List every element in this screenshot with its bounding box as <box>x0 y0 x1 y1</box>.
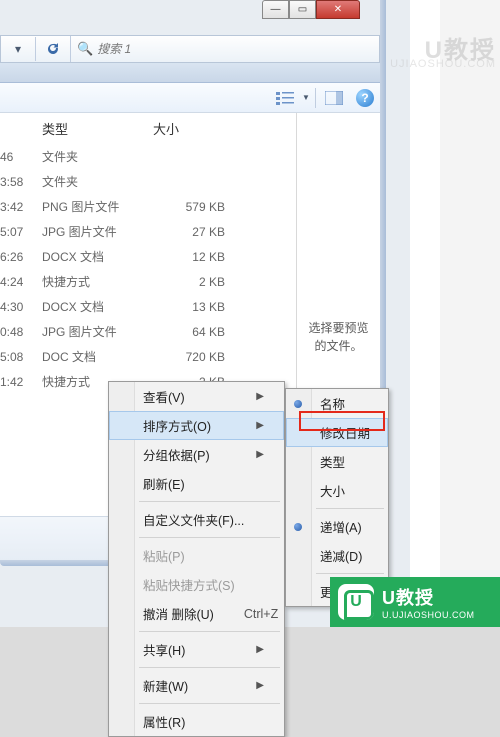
cell-type: 文件夹 <box>28 173 153 190</box>
table-row[interactable]: 5:08DOC 文档720 KB <box>0 344 296 369</box>
cell-size: 720 KB <box>153 350 253 364</box>
ctx-separator <box>139 667 280 668</box>
submenu-arrow-icon: ▶ <box>256 680 264 691</box>
preview-pane-button[interactable] <box>320 86 348 110</box>
table-row[interactable]: 4:30DOCX 文档13 KB <box>0 294 296 319</box>
submenu-arrow-icon: ▶ <box>256 420 264 431</box>
table-row[interactable]: 4:24快捷方式2 KB <box>0 269 296 294</box>
table-row[interactable]: 6:26DOCX 文档12 KB <box>0 244 296 269</box>
page-strip <box>410 0 440 627</box>
submenu-arrow-icon: ▶ <box>256 391 264 402</box>
sort-descending[interactable]: 递减(D) <box>286 541 388 570</box>
ctx-view[interactable]: 查看(V)▶ <box>109 382 284 411</box>
col-header-type[interactable]: 类型 <box>28 119 153 138</box>
cell-size: 12 KB <box>153 250 253 264</box>
refresh-icon[interactable] <box>42 38 64 60</box>
col-header-size[interactable]: 大小 <box>153 119 253 138</box>
table-row[interactable]: 46文件夹 <box>0 144 296 169</box>
cell-type: JPG 图片文件 <box>28 223 153 240</box>
ctx-paste-shortcut: 粘贴快捷方式(S) <box>109 570 284 599</box>
ctx-refresh[interactable]: 刷新(E) <box>109 469 284 498</box>
cell-time: 1:42 <box>0 375 28 389</box>
cell-time: 0:48 <box>0 325 28 339</box>
ctx-separator <box>139 537 280 538</box>
ctx-group-by[interactable]: 分组依据(P)▶ <box>109 440 284 469</box>
sort-type[interactable]: 类型 <box>286 447 388 476</box>
view-mode-dropdown[interactable]: ▼ <box>301 93 311 102</box>
radio-bullet-icon <box>294 400 302 408</box>
brand-subtitle: U.UJIAOSHOU.COM <box>382 610 475 620</box>
sort-submenu: 名称 修改日期 类型 大小 递增(A) 递减(D) 更多(M)... <box>285 388 389 607</box>
submenu-arrow-icon: ▶ <box>256 449 264 460</box>
window-controls: — ▭ ✕ <box>262 0 360 19</box>
view-mode-button[interactable] <box>271 86 299 110</box>
table-row[interactable]: 5:07JPG 图片文件27 KB <box>0 219 296 244</box>
cell-type: DOCX 文档 <box>28 298 153 315</box>
cell-type: 快捷方式 <box>28 273 153 290</box>
help-icon[interactable]: ? <box>356 89 374 107</box>
ctx-separator <box>139 501 280 502</box>
brand-logo-icon <box>338 584 374 620</box>
context-menu: 查看(V)▶ 排序方式(O)▶ 分组依据(P)▶ 刷新(E) 自定义文件夹(F)… <box>108 381 285 737</box>
search-icon: 🔍 <box>77 41 93 57</box>
cell-time: 5:07 <box>0 225 28 239</box>
sort-name[interactable]: 名称 <box>286 389 388 418</box>
ctx-separator <box>139 631 280 632</box>
cell-size: 579 KB <box>153 200 253 214</box>
address-toolbar: ▾ 🔍 <box>0 35 380 63</box>
ctx-sort-by[interactable]: 排序方式(O)▶ <box>109 411 284 440</box>
sort-date-modified[interactable]: 修改日期 <box>286 418 388 447</box>
cell-type: DOCX 文档 <box>28 248 153 265</box>
col-header-time[interactable] <box>0 119 28 138</box>
sub-separator <box>316 573 384 574</box>
column-headers: 类型 大小 <box>0 113 296 144</box>
table-row[interactable]: 3:42PNG 图片文件579 KB <box>0 194 296 219</box>
table-row[interactable]: 3:58文件夹 <box>0 169 296 194</box>
table-row[interactable]: 0:48JPG 图片文件64 KB <box>0 319 296 344</box>
cell-size: 27 KB <box>153 225 253 239</box>
search-input[interactable] <box>97 42 373 56</box>
sort-ascending[interactable]: 递增(A) <box>286 512 388 541</box>
cell-type: JPG 图片文件 <box>28 323 153 340</box>
dropdown-button[interactable]: ▾ <box>7 38 29 60</box>
ctx-properties[interactable]: 属性(R) <box>109 707 284 736</box>
ctx-customize-folder[interactable]: 自定义文件夹(F)... <box>109 505 284 534</box>
search-box[interactable]: 🔍 <box>70 36 379 62</box>
ctx-shortcut: Ctrl+Z <box>244 607 278 621</box>
brand-badge: U教授 U.UJIAOSHOU.COM <box>330 577 500 627</box>
cell-type: DOC 文档 <box>28 348 153 365</box>
minimize-button[interactable]: — <box>262 0 289 19</box>
cell-time: 4:24 <box>0 275 28 289</box>
file-rows: 46文件夹3:58文件夹3:42PNG 图片文件579 KB5:07JPG 图片… <box>0 144 296 394</box>
ctx-paste: 粘贴(P) <box>109 541 284 570</box>
ctx-new[interactable]: 新建(W)▶ <box>109 671 284 700</box>
close-button[interactable]: ✕ <box>316 0 360 19</box>
ctx-undo-delete[interactable]: 撤消 删除(U)Ctrl+Z <box>109 599 284 628</box>
cell-size: 13 KB <box>153 300 253 314</box>
cell-time: 46 <box>0 150 28 164</box>
radio-bullet-icon <box>294 523 302 531</box>
ctx-share[interactable]: 共享(H)▶ <box>109 635 284 664</box>
cell-time: 3:42 <box>0 200 28 214</box>
brand-text: U教授 U.UJIAOSHOU.COM <box>382 584 475 620</box>
cell-type: PNG 图片文件 <box>28 198 153 215</box>
cell-type: 文件夹 <box>28 148 153 165</box>
view-toolbar: ▼ ? <box>0 83 380 113</box>
sub-separator <box>316 508 384 509</box>
view-sep <box>315 88 316 108</box>
submenu-arrow-icon: ▶ <box>256 644 264 655</box>
watermark-url: UJIAOSHOU.COM <box>390 58 496 70</box>
cell-time: 5:08 <box>0 350 28 364</box>
sort-size[interactable]: 大小 <box>286 476 388 505</box>
cell-time: 3:58 <box>0 175 28 189</box>
cell-size: 2 KB <box>153 275 253 289</box>
brand-title: U教授 <box>382 584 475 610</box>
menu-bar-area <box>0 63 380 83</box>
preview-empty-message: 选择要预览的文件。 <box>308 319 368 355</box>
cell-time: 4:30 <box>0 300 28 314</box>
cell-size: 64 KB <box>153 325 253 339</box>
ctx-separator <box>139 703 280 704</box>
maximize-button[interactable]: ▭ <box>289 0 316 19</box>
cell-time: 6:26 <box>0 250 28 264</box>
